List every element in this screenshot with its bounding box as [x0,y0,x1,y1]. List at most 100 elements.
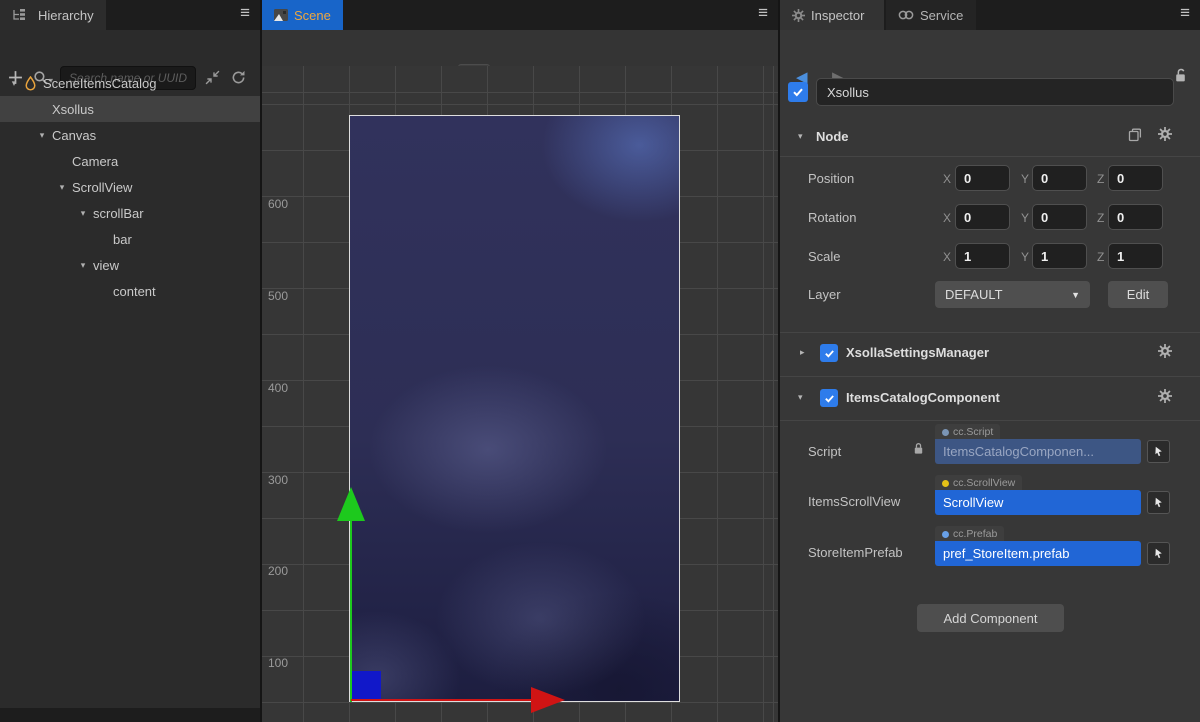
tab-service[interactable]: Service [886,0,976,30]
axis-z-label: Z [1097,250,1104,264]
position-x-input[interactable]: 0 [955,165,1010,191]
layer-select[interactable]: DEFAULT ▼ [935,281,1090,308]
copy-component-icon[interactable] [1128,128,1142,147]
items-scrollview-label: ItemsScrollView [808,494,900,509]
expand-arrow-icon[interactable]: ▾ [77,208,89,219]
hierarchy-tabbar: Hierarchy ≡ [0,0,260,30]
tab-inspector[interactable]: Inspector [780,0,884,30]
ruler-label: 500 [268,289,288,303]
scale-y-input[interactable]: 1 [1032,243,1087,269]
x-axis-gizmo[interactable] [351,699,537,701]
inspector-panel: Inspector Service ≡ ◀ ▶ ▾ Node [780,0,1200,722]
items-catalog-gear-icon[interactable] [1158,389,1172,408]
tree-item-label: ScrollView [72,180,132,195]
axis-x-label: X [943,250,951,264]
tree-item-scrollbar[interactable]: ▾ scrollBar [0,200,260,226]
layer-label: Layer [808,287,841,302]
inspector-menu-icon[interactable]: ≡ [1180,3,1190,23]
storeitem-prefab-label: StoreItemPrefab [808,545,903,560]
hierarchy-menu-icon[interactable]: ≡ [240,3,250,23]
divider [780,376,1200,377]
node-collapse-icon[interactable]: ▾ [798,131,803,142]
rotation-z-input[interactable]: 0 [1108,204,1163,230]
hierarchy-tree-icon [12,9,26,21]
scrollview-type-badge: cc.ScrollView [935,475,1022,491]
origin-node-rect[interactable] [351,671,381,701]
items-catalog-collapse-icon[interactable]: ▾ [798,392,803,403]
rotation-y-input[interactable]: 0 [1032,204,1087,230]
inspector-gear-icon [792,9,805,22]
type-dot-icon [942,429,949,436]
node-gear-icon[interactable] [1158,127,1172,146]
editor-window: Hierarchy ≡ ▾ ▾ [0,0,1200,722]
items-catalog-title: ItemsCatalogComponent [846,390,1000,405]
position-label: Position [808,171,854,186]
tree-item-camera[interactable]: Camera [0,148,260,174]
inspector-navbar: ◀ ▶ [780,30,1200,66]
storeitem-prefab-picker-button[interactable] [1147,542,1170,565]
axis-y-label: Y [1021,250,1029,264]
chevron-down-icon: ▼ [1071,290,1080,300]
y-axis-gizmo[interactable] [350,518,352,702]
script-picker-button[interactable] [1147,440,1170,463]
script-type-badge: cc.Script [935,424,1000,440]
tree-item-view[interactable]: ▾ view [0,252,260,278]
hierarchy-panel: Hierarchy ≡ ▾ ▾ [0,0,260,722]
tree-item-label: content [113,284,156,299]
rotation-x-input[interactable]: 0 [955,204,1010,230]
layer-edit-button[interactable]: Edit [1108,281,1168,308]
ruler-label: 100 [268,656,288,670]
ruler-label: 200 [268,564,288,578]
tree-item-content[interactable]: content [0,278,260,304]
axis-x-label: X [943,172,951,186]
type-dot-icon [942,480,949,487]
design-canvas[interactable] [349,115,680,702]
expand-arrow-icon[interactable]: ▾ [8,78,20,89]
scene-asset-icon [24,76,37,91]
node-name-input[interactable] [816,78,1174,106]
prefab-type-badge: cc.Prefab [935,526,1004,542]
settings-manager-checkbox[interactable] [820,344,838,362]
tree-item-canvas[interactable]: ▾ Canvas [0,122,260,148]
script-reference-field[interactable]: ItemsCatalogComponen... [935,439,1141,464]
y-axis-arrow-icon[interactable] [337,487,365,521]
axis-x-label: X [943,211,951,225]
lock-icon[interactable] [1173,68,1188,88]
x-axis-arrow-icon[interactable] [531,687,565,713]
add-component-button[interactable]: Add Component [917,604,1064,632]
settings-manager-expand-icon[interactable]: ▸ [800,347,805,358]
position-z-input[interactable]: 0 [1108,165,1163,191]
settings-manager-gear-icon[interactable] [1158,344,1172,363]
hierarchy-toolbar: ▾ [0,30,260,66]
ruler-label: 600 [268,197,288,211]
hierarchy-footer [0,708,260,722]
tree-item-xsollus[interactable]: Xsollus [0,96,260,122]
scene-viewport[interactable]: 600 500 400 300 200 100 0 [262,66,778,722]
position-y-input[interactable]: 0 [1032,165,1087,191]
tab-scene[interactable]: Scene [262,0,343,30]
divider [780,156,1200,157]
tab-service-label: Service [920,8,963,23]
scale-z-input[interactable]: 1 [1108,243,1163,269]
scene-menu-icon[interactable]: ≡ [758,3,768,23]
script-label: Script [808,444,841,459]
expand-arrow-icon[interactable]: ▾ [77,260,89,271]
tree-item-bar[interactable]: bar [0,226,260,252]
expand-arrow-icon[interactable]: ▾ [36,130,48,141]
tab-hierarchy[interactable]: Hierarchy [0,0,106,30]
items-catalog-checkbox[interactable] [820,389,838,407]
tree-item-label: Camera [72,154,118,169]
storeitem-prefab-reference-field[interactable]: pref_StoreItem.prefab [935,541,1141,566]
axis-y-label: Y [1021,172,1029,186]
tree-item-sceneitemscatalog[interactable]: ▾ SceneItemsCatalog [0,70,260,96]
scale-x-input[interactable]: 1 [955,243,1010,269]
scene-image-icon [274,9,288,21]
node-active-checkbox[interactable] [788,82,808,102]
expand-arrow-icon[interactable]: ▾ [56,182,68,193]
tree-item-scrollview[interactable]: ▾ ScrollView [0,174,260,200]
items-scrollview-reference-field[interactable]: ScrollView [935,490,1141,515]
scene-toolbar: Default De... ▼ ▾ ▾ [262,30,778,66]
axis-z-label: Z [1097,172,1104,186]
items-scrollview-picker-button[interactable] [1147,491,1170,514]
service-link-icon [898,10,914,20]
